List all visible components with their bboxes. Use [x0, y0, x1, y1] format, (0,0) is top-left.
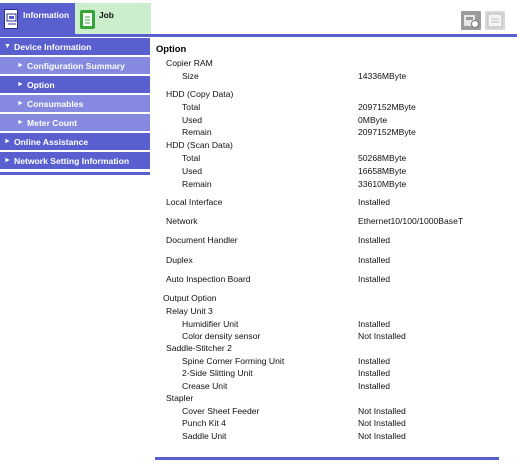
tab-job-label: Job — [99, 10, 114, 20]
sidebar-divider — [0, 172, 150, 175]
sidebar-item-label: Consumables — [27, 99, 84, 109]
sidebar-item-network-setting-information[interactable]: ► Network Setting Information — [0, 152, 150, 170]
sidebar-item-label: Network Setting Information — [14, 156, 130, 166]
field-value: Not Installed — [358, 431, 406, 441]
field-value: Installed — [358, 255, 391, 265]
chevron-right-icon: ► — [17, 62, 24, 69]
field-label: Remain — [182, 179, 212, 189]
field-label: Document Handler — [166, 235, 238, 245]
section-label: Saddle-Stitcher 2 — [166, 343, 232, 353]
sidebar-item-device-information[interactable]: ▼ Device Information — [0, 38, 150, 56]
field-value: Installed — [358, 197, 391, 207]
section-label: HDD (Scan Data) — [166, 140, 233, 150]
chevron-right-icon: ► — [17, 81, 24, 88]
field-label: Color density sensor — [182, 331, 261, 341]
device-settings-icon[interactable] — [461, 11, 481, 30]
field-label: Remain — [182, 127, 212, 137]
field-label: Used — [182, 166, 203, 176]
field-value: 2097152MByte — [358, 127, 416, 137]
sidebar-item-consumables[interactable]: ► Consumables — [0, 95, 150, 113]
sidebar-item-label: Option — [27, 80, 55, 90]
field-value: Installed — [358, 381, 391, 391]
field-label: Size — [182, 71, 199, 81]
field-label: Total — [182, 153, 201, 163]
field-label: Used — [182, 115, 203, 125]
sidebar-item-option[interactable]: ► Option — [0, 76, 150, 94]
field-value: Installed — [358, 356, 391, 366]
chevron-down-icon: ▼ — [4, 43, 11, 50]
field-label: Duplex — [166, 255, 193, 265]
chevron-right-icon: ► — [4, 138, 11, 145]
field-value: Installed — [358, 319, 391, 329]
sidebar-item-label: Meter Count — [27, 118, 78, 128]
field-value: Installed — [358, 274, 391, 284]
field-value: Not Installed — [358, 331, 406, 341]
tab-information[interactable]: Information — [0, 3, 75, 35]
field-value: Installed — [358, 235, 391, 245]
panel-icon[interactable] — [485, 11, 505, 30]
field-value: 0MByte — [358, 115, 388, 125]
section-label: HDD (Copy Data) — [166, 89, 234, 99]
field-value: 14336MByte — [358, 71, 407, 81]
field-label: Cover Sheet Feeder — [182, 406, 260, 416]
field-label: Spine Corner Forming Unit — [182, 356, 285, 366]
field-label: Network — [166, 216, 198, 226]
field-value: 33610MByte — [358, 179, 407, 189]
sidebar-item-configuration-summary[interactable]: ► Configuration Summary — [0, 57, 150, 75]
field-label: Local Interface — [166, 197, 223, 207]
section-label: Relay Unit 3 — [166, 306, 213, 316]
field-label: Crease Unit — [182, 381, 228, 391]
field-label: Humidifier Unit — [182, 319, 239, 329]
field-value: 16658MByte — [358, 166, 407, 176]
field-value: Ethernet10/100/1000BaseT — [358, 216, 464, 226]
field-value: 50268MByte — [358, 153, 407, 163]
sidebar-item-online-assistance[interactable]: ► Online Assistance — [0, 133, 150, 151]
chevron-right-icon: ► — [4, 157, 11, 164]
sidebar-item-label: Device Information — [14, 42, 92, 52]
field-label: Punch Kit 4 — [182, 418, 226, 428]
sidebar-item-label: Configuration Summary — [27, 61, 125, 71]
field-label: Auto Inspection Board — [166, 274, 251, 284]
section-label: Output Option — [163, 293, 217, 303]
device-info-icon — [4, 9, 18, 29]
field-value: Not Installed — [358, 418, 406, 428]
field-value: Not Installed — [358, 406, 406, 416]
field-label: 2-Side Slitting Unit — [182, 368, 253, 378]
section-label: Stapler — [166, 393, 194, 403]
field-value: 2097152MByte — [358, 102, 416, 112]
header-divider — [0, 34, 517, 37]
page-title: Option — [156, 43, 187, 54]
chevron-right-icon: ► — [17, 119, 24, 126]
sidebar-item-label: Online Assistance — [14, 137, 89, 147]
field-label: Total — [182, 102, 201, 112]
chevron-right-icon: ► — [17, 100, 24, 107]
section-label: Copier RAM — [166, 58, 213, 68]
tab-information-label: Information — [23, 10, 70, 20]
field-label: Saddle Unit — [182, 431, 227, 441]
tab-job[interactable]: Job — [75, 3, 151, 35]
field-value: Installed — [358, 368, 391, 378]
sidebar-item-meter-count[interactable]: ► Meter Count — [0, 114, 150, 132]
content-divider — [155, 457, 499, 460]
document-icon — [80, 10, 95, 29]
